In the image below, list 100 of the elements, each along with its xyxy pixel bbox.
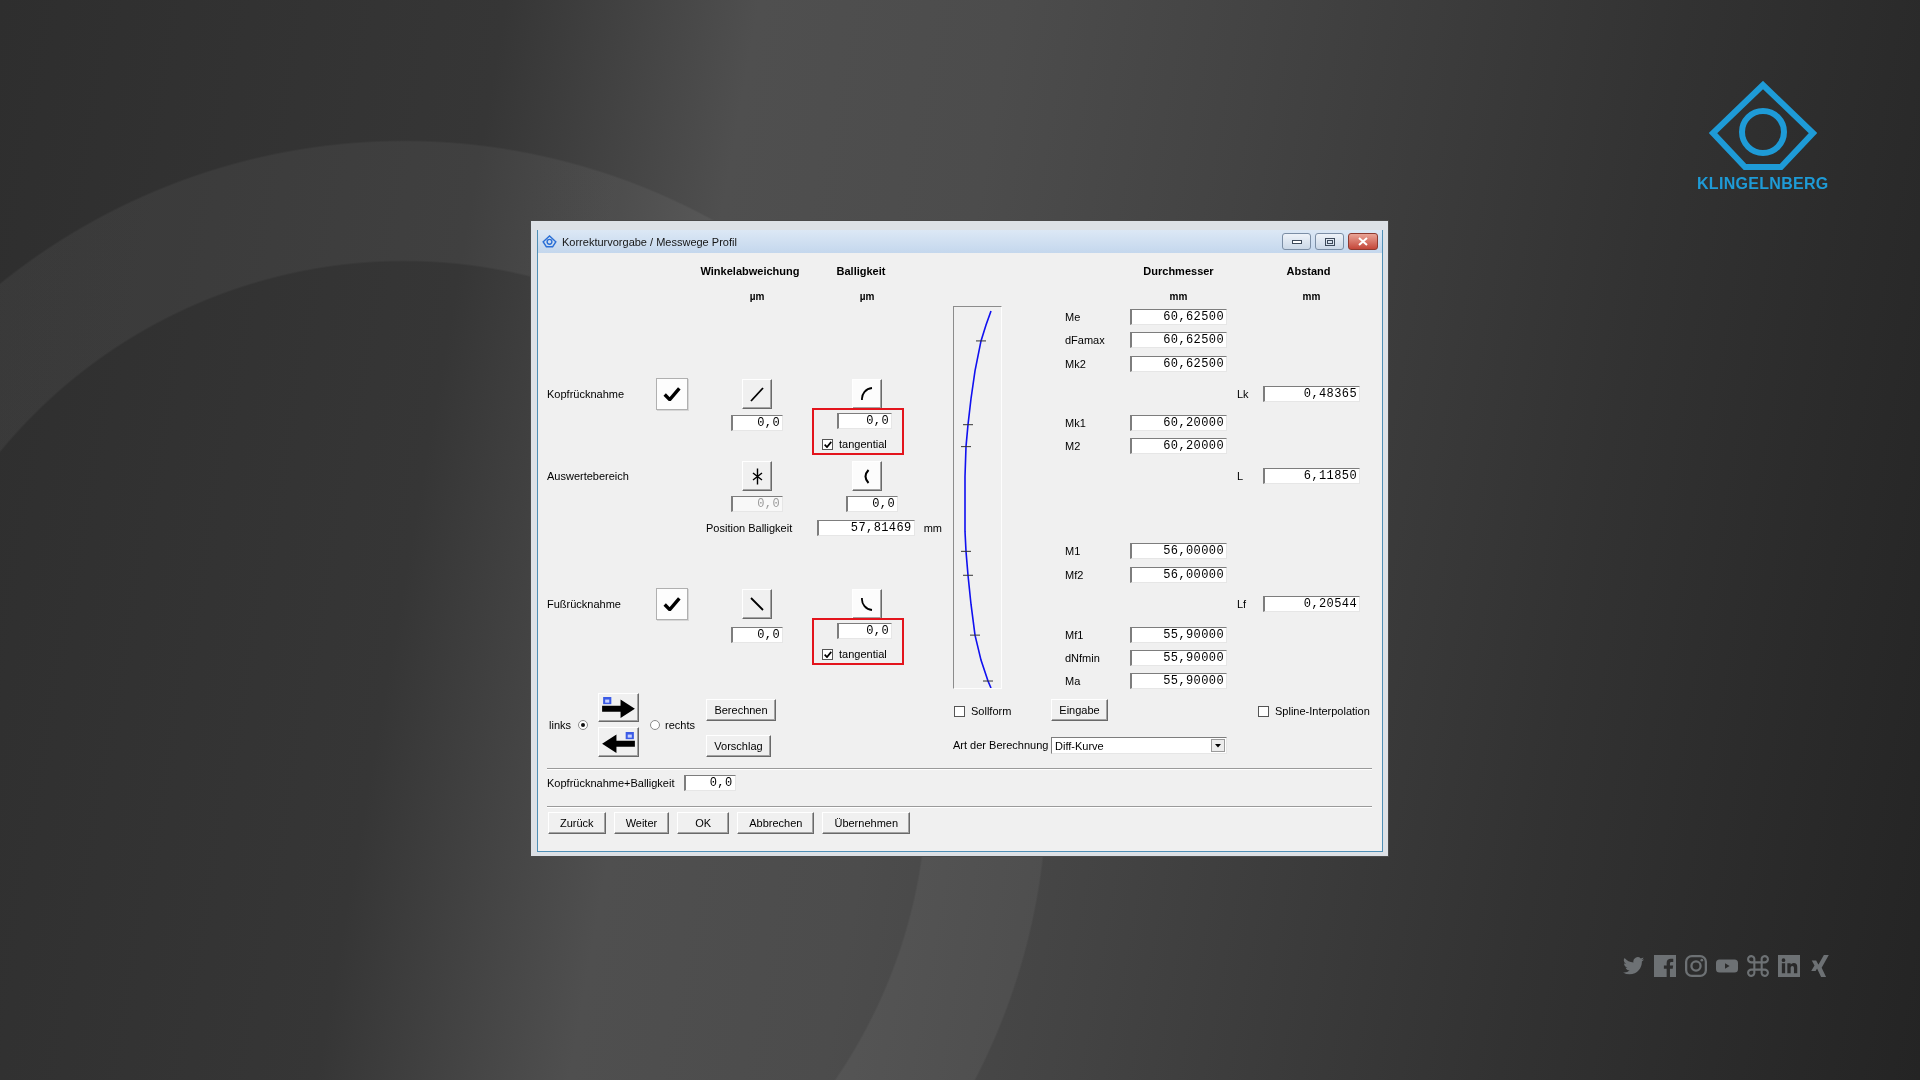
asterisk-button[interactable]: [742, 461, 772, 491]
arc-button[interactable]: [852, 589, 882, 619]
check-toggle[interactable]: [656, 588, 688, 620]
radio-label[interactable]: rechts: [665, 719, 695, 731]
brand-name: KLINGELNBERG: [1697, 175, 1829, 193]
checkbox-label[interactable]: Sollform: [971, 705, 1012, 717]
value-field[interactable]: 60,62500: [1130, 332, 1227, 348]
input-button[interactable]: Eingabe: [1051, 699, 1108, 721]
value-field[interactable]: 57,81469: [816, 520, 915, 536]
close-button[interactable]: [1348, 233, 1378, 250]
value-field[interactable]: 55,90000: [1130, 650, 1227, 666]
tick-mark: [969, 634, 981, 636]
logo-icon: [1708, 81, 1817, 171]
arc-button[interactable]: [852, 379, 882, 409]
column-header: Durchmesser: [1142, 265, 1215, 277]
action-button[interactable]: Vorschlag: [706, 735, 771, 757]
tick-mark: [962, 424, 974, 426]
dialog-button[interactable]: Weiter: [613, 812, 670, 834]
field-label: Lk: [1237, 388, 1250, 400]
checkbox[interactable]: [954, 705, 965, 717]
value-field[interactable]: 0,0: [837, 623, 892, 639]
value-field[interactable]: 0,20544: [1263, 596, 1360, 612]
value-field[interactable]: 0,0: [683, 775, 736, 791]
diagonal-line-icon: [750, 386, 764, 402]
dialog-button[interactable]: Abbrechen: [737, 812, 815, 834]
value-field[interactable]: 60,20000: [1130, 415, 1227, 431]
unit-label: mm: [1301, 290, 1322, 302]
field-label: Ma: [1065, 675, 1082, 687]
unit-label: µm: [748, 290, 766, 302]
arc-icon: [861, 597, 873, 611]
value-field[interactable]: 0,0: [731, 627, 783, 643]
checkbox[interactable]: [822, 648, 833, 660]
unit-label: µm: [858, 290, 876, 302]
line-button[interactable]: [742, 589, 772, 619]
checkbox[interactable]: [1258, 705, 1269, 717]
value-field[interactable]: 6,11850: [1263, 468, 1360, 484]
line-button[interactable]: [742, 379, 772, 409]
value-field[interactable]: 55,90000: [1130, 673, 1227, 689]
tick-mark: [982, 680, 994, 682]
row-label: Kopfrücknahme: [547, 388, 626, 400]
radio-label[interactable]: links: [549, 719, 571, 731]
value-field[interactable]: 0,0: [846, 496, 898, 512]
column-header: Winkelabweichung: [699, 265, 801, 277]
dialog-button[interactable]: OK: [677, 812, 730, 834]
minimize-button[interactable]: [1282, 233, 1311, 250]
calculation-dropdown[interactable]: Diff-Kurve: [1051, 737, 1227, 754]
x-shape-icon: [1809, 955, 1831, 977]
check-toggle[interactable]: [656, 378, 688, 410]
checkbox[interactable]: [822, 438, 833, 450]
value-field[interactable]: 56,00000: [1130, 567, 1227, 583]
value-field[interactable]: 55,90000: [1130, 627, 1227, 643]
tick-mark: [962, 574, 974, 576]
checkbox-label[interactable]: tangential: [839, 438, 887, 450]
app-icon: [542, 235, 557, 248]
field-label: Mf1: [1065, 629, 1085, 641]
close-icon: [1358, 237, 1368, 246]
tick-mark: [960, 446, 972, 448]
action-button[interactable]: Berechnen: [706, 699, 776, 721]
diagonal-line-icon: [750, 597, 764, 611]
tick-mark: [960, 550, 972, 552]
unit-label: mm: [1168, 290, 1189, 302]
arrow-right-icon: [602, 697, 635, 718]
checkmark-icon: [663, 387, 681, 401]
field-label: Mk1: [1065, 417, 1087, 429]
checkmark-icon: [823, 650, 832, 658]
value-field[interactable]: 60,62500: [1130, 309, 1227, 325]
value-field[interactable]: 0,0: [731, 415, 783, 431]
bird-icon: [1623, 955, 1645, 977]
value-field[interactable]: 0,48365: [1263, 386, 1360, 402]
field-label: Lf: [1237, 598, 1248, 610]
checkbox-label[interactable]: Spline-Interpolation: [1275, 705, 1370, 717]
camera-icon: [1685, 955, 1707, 977]
bracket-button[interactable]: [852, 461, 882, 491]
field-label: dNfmin: [1065, 652, 1101, 664]
row-label: Fußrücknahme: [547, 598, 622, 610]
value-field[interactable]: 60,62500: [1130, 356, 1227, 372]
value-field[interactable]: 60,20000: [1130, 438, 1227, 454]
unit-label: mm: [923, 522, 942, 534]
value-field[interactable]: 0,0: [837, 413, 892, 429]
value-field[interactable]: 56,00000: [1130, 543, 1227, 559]
arrow-button[interactable]: [598, 727, 639, 757]
tick-mark: [975, 340, 987, 342]
field-label: Kopfrücknahme+Balligkeit: [547, 777, 675, 789]
checkbox-label[interactable]: tangential: [839, 648, 887, 660]
maximize-button[interactable]: [1315, 233, 1344, 250]
radio-button[interactable]: [578, 720, 588, 730]
dialog-button[interactable]: Zurück: [548, 812, 606, 834]
asterisk-icon: [751, 467, 763, 485]
radio-button[interactable]: [650, 720, 660, 730]
field-label: M2: [1065, 440, 1082, 452]
checkmark-icon: [823, 440, 832, 448]
minimize-icon: [1291, 239, 1302, 244]
field-label: Mf2: [1065, 569, 1085, 581]
checkmark-icon: [663, 597, 681, 611]
dialog-button[interactable]: Übernehmen: [822, 812, 911, 834]
parenthesis-icon: [864, 468, 870, 484]
arrow-button[interactable]: [598, 693, 639, 722]
maximize-icon: [1324, 237, 1335, 246]
arc-icon: [861, 387, 873, 401]
field-label: dFamax: [1065, 334, 1106, 346]
